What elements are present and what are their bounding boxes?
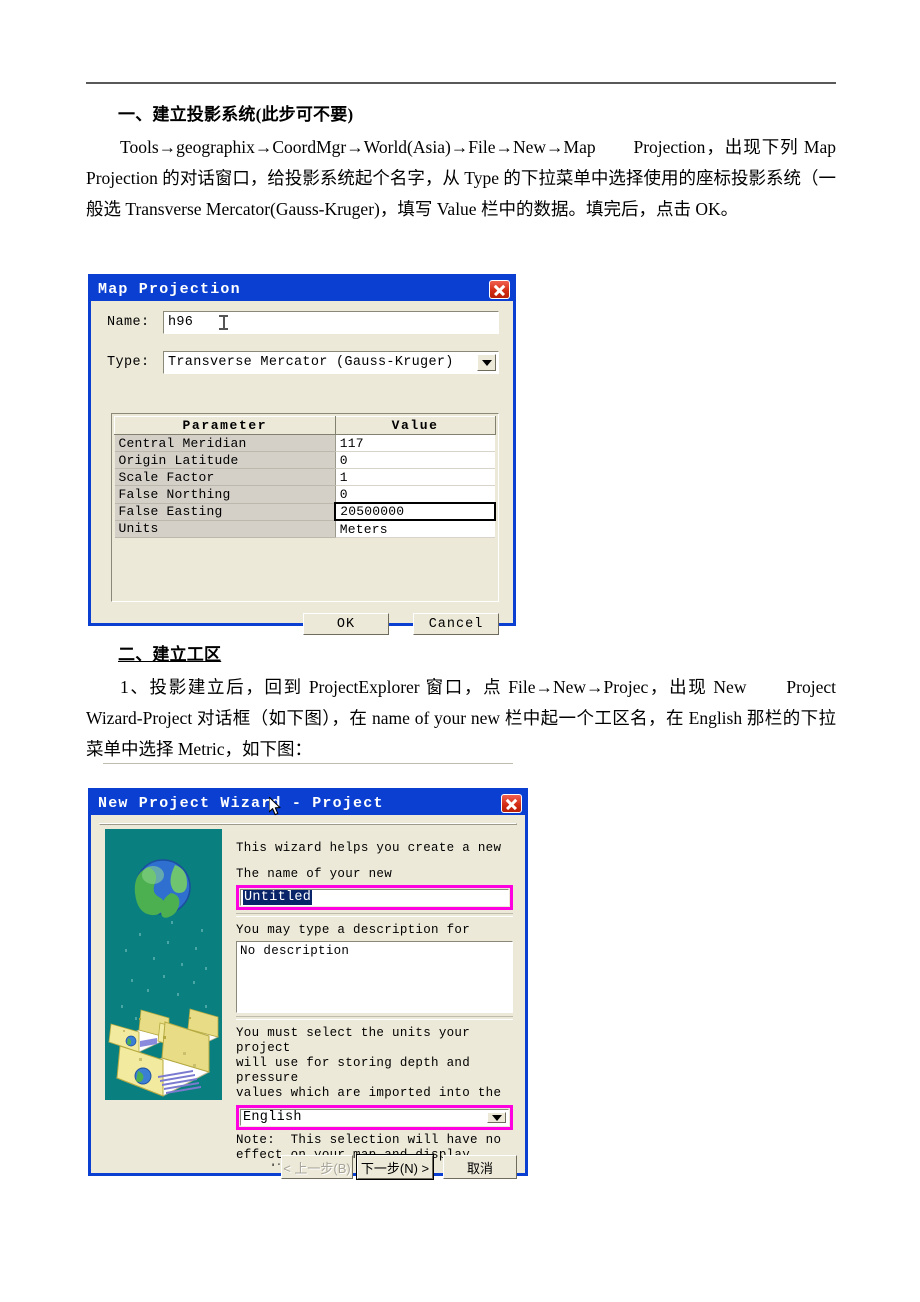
project-description-value: No description	[240, 944, 350, 958]
text-cursor-icon	[219, 315, 229, 330]
parameter-table-panel: Parameter Value Central Meridian 117 Origi…	[111, 413, 499, 602]
table-row[interactable]: Units Meters	[114, 520, 495, 538]
name-row: Name:	[107, 315, 163, 330]
parameter-name-cell: False Northing	[114, 485, 336, 504]
units-combobox-value: English	[243, 1110, 302, 1125]
ok-button-label: OK	[336, 616, 356, 632]
wizard-inner-frame	[99, 823, 517, 825]
map-projection-dialog: Map Projection Name: h96 Type: Transvers…	[88, 274, 516, 635]
type-label: Type:	[107, 355, 150, 370]
back-button[interactable]: < 上一步(B)	[281, 1155, 353, 1179]
column-header-parameter: Parameter	[114, 416, 336, 435]
divider-2	[236, 1016, 513, 1020]
parameter-value-cell[interactable]: Meters	[335, 520, 495, 538]
section-2-paragraph: 1、投影建立后，回到 ProjectExplorer 窗口，点 File→New…	[86, 677, 836, 759]
wizard-content: This wizard helps you create a new The n…	[236, 829, 513, 1166]
project-name-input-value: Untitled	[243, 890, 313, 905]
close-icon[interactable]	[501, 793, 522, 813]
wizard-footer-divider	[103, 763, 513, 767]
units-combobox[interactable]: English	[240, 1109, 509, 1126]
project-description-textarea[interactable]: No description	[236, 941, 513, 1013]
parameter-name-cell: Scale Factor	[114, 468, 336, 486]
parameter-value-cell[interactable]: 117	[335, 434, 495, 452]
globe-and-folders-illustration	[105, 829, 222, 1100]
close-icon[interactable]	[489, 279, 510, 299]
map-projection-titlebar: Map Projection	[91, 277, 513, 301]
parameter-name-cell: Origin Latitude	[114, 451, 336, 469]
name-input-value: h96	[168, 315, 194, 330]
next-button-label: 下一步(N) >	[360, 1160, 430, 1176]
parameter-name-cell: Central Meridian	[114, 434, 336, 452]
chevron-down-icon[interactable]	[477, 354, 496, 371]
parameter-value-cell[interactable]: 20500000	[334, 502, 496, 521]
type-combobox-value: Transverse Mercator (Gauss-Kruger)	[168, 355, 454, 370]
wizard-artwork	[105, 829, 222, 1100]
table-row[interactable]: Central Meridian 117	[114, 434, 495, 452]
page-header-rule	[86, 82, 836, 84]
wizard-title: New Project Wizard - Project	[98, 794, 384, 812]
ok-button[interactable]: OK	[303, 613, 389, 635]
new-project-wizard-dialog: New Project Wizard - Project This wizard…	[88, 763, 528, 1180]
document-body-2: 二、建立工区 1、投影建立后，回到 ProjectExplorer 窗口，点 F…	[86, 640, 836, 765]
table-row[interactable]: False Northing 0	[114, 485, 495, 504]
parameter-value-cell[interactable]: 0	[335, 451, 495, 469]
wizard-description-prompt: You may type a description for	[236, 923, 471, 937]
document-page: 一、建立投影系统(此步可不要) Tools→geographix→CoordMg…	[0, 0, 920, 1302]
parameter-value-cell[interactable]: 0	[335, 485, 495, 504]
table-row[interactable]: Origin Latitude 0	[114, 451, 495, 469]
wizard-name-prompt: The name of your new	[236, 867, 393, 881]
table-row[interactable]: Scale Factor 1	[114, 468, 495, 486]
section-1-heading: 一、建立投影系统(此步可不要)	[118, 105, 354, 124]
wizard-titlebar: New Project Wizard - Project	[91, 791, 525, 815]
units-select-highlight: English	[236, 1105, 513, 1130]
section-1-paragraph: Tools→geographix→CoordMgr→World(Asia)→Fi…	[86, 137, 836, 219]
table-row[interactable]: False Easting 20500000	[114, 502, 496, 521]
name-label: Name:	[107, 315, 150, 330]
type-combobox[interactable]: Transverse Mercator (Gauss-Kruger)	[163, 351, 499, 374]
cancel-button-label: Cancel	[428, 616, 484, 632]
divider-1	[236, 913, 513, 917]
wizard-intro-text: This wizard helps you create a new	[236, 841, 502, 855]
cancel-button[interactable]: 取消	[443, 1155, 517, 1179]
parameter-name-cell: Units	[114, 520, 336, 538]
parameter-table: Parameter Value Central Meridian 117 Origi…	[114, 416, 496, 538]
document-body: 一、建立投影系统(此步可不要) Tools→geographix→CoordMg…	[86, 100, 836, 225]
cancel-button-label: 取消	[466, 1160, 493, 1176]
parameter-name-cell: False Easting	[114, 503, 336, 521]
table-header-row: Parameter Value	[114, 416, 496, 435]
parameter-table-body: Central Meridian 117 Origin Latitude 0 Scale…	[114, 434, 496, 538]
type-row: Type:	[107, 355, 163, 370]
chevron-down-icon[interactable]	[487, 1112, 506, 1123]
name-input[interactable]: h96	[163, 311, 499, 334]
column-header-value: Value	[334, 416, 496, 435]
map-projection-title: Map Projection	[98, 280, 241, 298]
project-name-highlight: Untitled	[236, 885, 513, 910]
next-button[interactable]: 下一步(N) >	[356, 1154, 434, 1180]
back-button-label: < 上一步(B)	[283, 1160, 351, 1176]
wizard-units-prompt: You must select the units your project w…	[236, 1026, 502, 1100]
cancel-button[interactable]: Cancel	[413, 613, 499, 635]
parameter-value-cell[interactable]: 1	[335, 468, 495, 486]
section-2-heading: 二、建立工区	[118, 645, 222, 664]
project-name-input[interactable]: Untitled	[240, 889, 509, 906]
